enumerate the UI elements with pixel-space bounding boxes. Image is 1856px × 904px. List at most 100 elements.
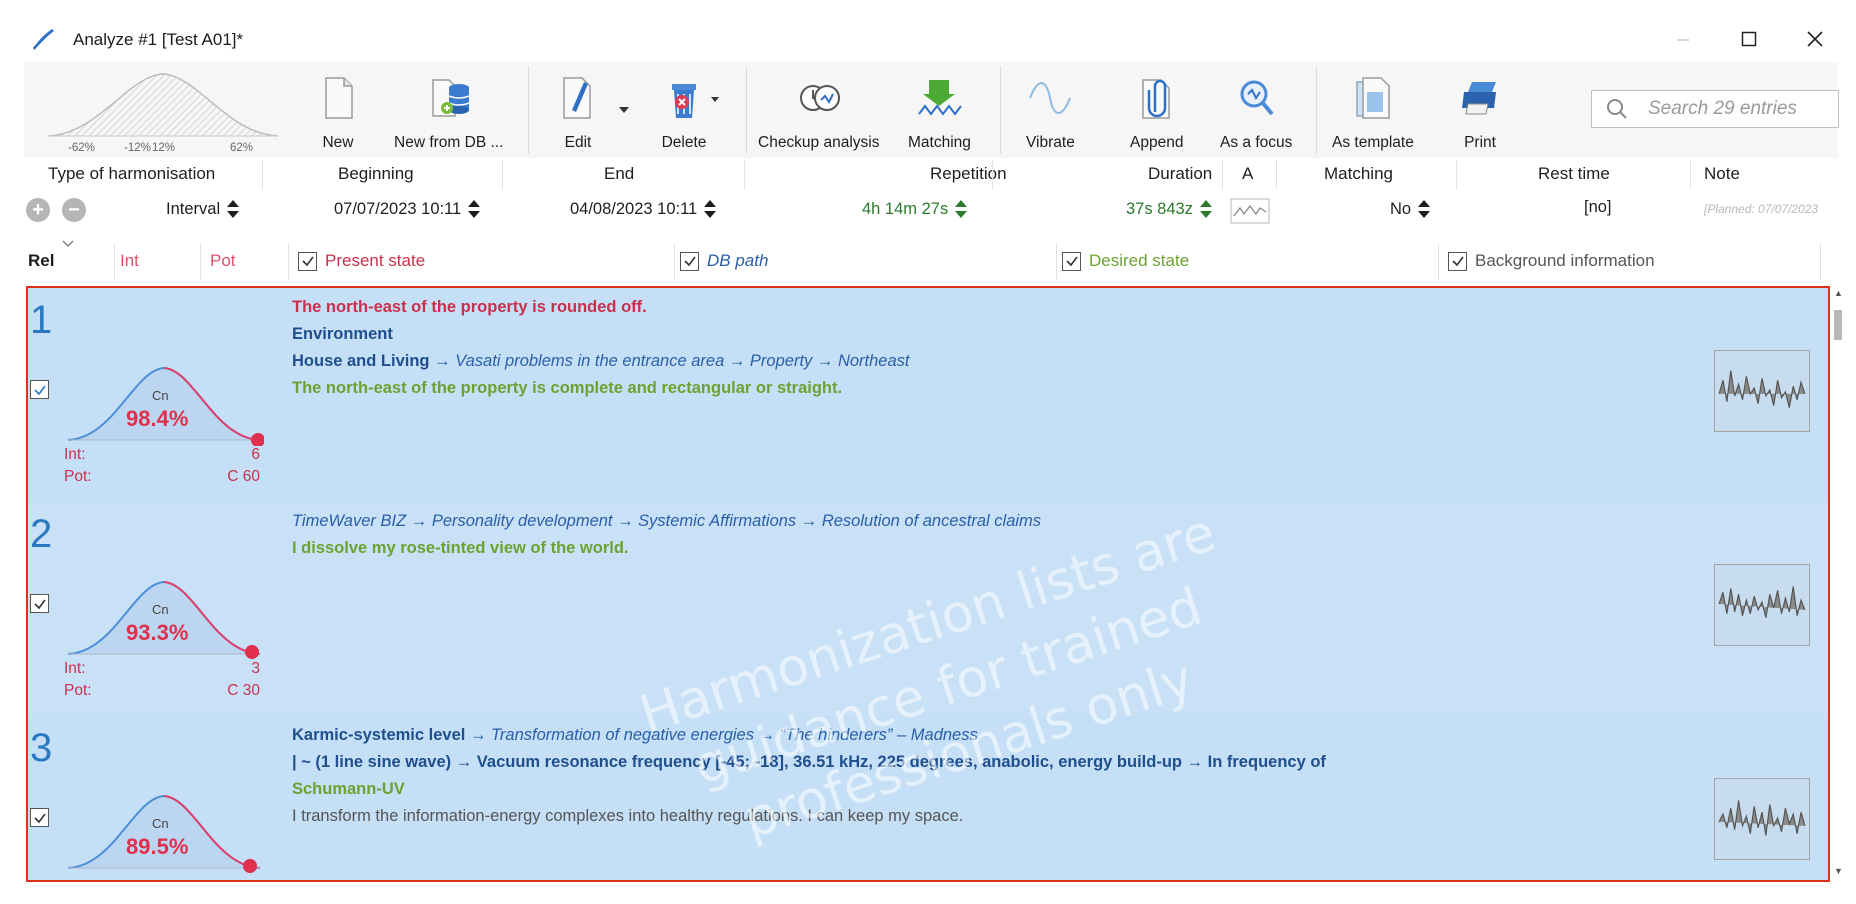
entry-checkbox[interactable] [30,808,49,827]
background-info-column[interactable]: Background information [1448,251,1655,271]
settings-values-row: + − Interval 07/07/2023 10:11 04/08/2023… [24,192,1838,228]
scrollbar-thumb[interactable] [1834,310,1842,340]
checkup-analysis-button[interactable]: Checkup analysis [758,68,879,154]
repetition-header: Repetition [930,164,1007,183]
delete-dropdown-chevron-icon[interactable] [710,96,720,103]
as-focus-button[interactable]: As a focus [1220,68,1292,154]
remove-circle-button[interactable]: − [62,198,86,222]
db-path-column[interactable]: DB path [680,251,768,271]
pot-column[interactable]: Pot [210,251,236,271]
template-document-icon [1356,77,1390,119]
window-title: Analyze #1 [Test A01]* [73,30,244,49]
spinner-arrows-icon[interactable] [1199,198,1213,220]
spinner-arrows-icon[interactable] [703,198,717,220]
end-header: End [604,164,635,183]
db-path-label: DB path [707,251,769,270]
column-separator [114,244,115,280]
rest-time-value[interactable]: [no] [1584,198,1612,217]
vertical-scrollbar[interactable]: ▲ ▼ [1832,286,1846,882]
list-item[interactable]: 3 Cn 89.5% Karmic-systemic level → Trans… [28,716,1828,880]
int-value: 6 [251,446,260,463]
header-separator [744,160,745,190]
beginning-header: Beginning [338,164,414,183]
close-button[interactable] [1800,26,1830,52]
beginning-value[interactable]: 07/07/2023 10:11 [334,198,481,220]
as-template-label: As template [1332,134,1414,151]
maximize-button[interactable] [1734,26,1764,52]
type-header: Type of harmonisation [48,164,216,183]
search-box[interactable] [1591,90,1839,128]
search-icon [1607,99,1627,119]
end-value[interactable]: 04/08/2023 10:11 [570,198,717,220]
int-column[interactable]: Int [120,251,139,271]
vibrate-button[interactable]: Vibrate [1026,68,1075,154]
entry-checkbox[interactable] [30,380,49,399]
waveform-icon[interactable] [1714,350,1810,432]
desired-state-label: Desired state [1089,251,1190,270]
list-item[interactable]: 1 Cn 98.4% Int: 6 Pot: C 60 The north-ea… [28,288,1828,502]
int-row: Int: 3 [64,660,260,678]
waveform-icon[interactable] [1714,778,1810,860]
matching-value[interactable]: No [1390,198,1431,220]
duration-value[interactable]: 37s 843z [1126,198,1213,220]
add-circle-button[interactable]: + [26,198,50,222]
edit-label: Edit [564,134,592,151]
spinner-arrows-icon[interactable] [1417,198,1431,220]
new-label: New [322,134,354,151]
spinner-arrows-icon[interactable] [226,198,240,220]
duration-value-text: 37s 843z [1126,199,1193,218]
spinner-arrows-icon[interactable] [954,198,968,220]
note-value-text: [Planned: 07/07/2023 [1704,202,1819,216]
minimize-button[interactable] [1668,26,1698,52]
spinner-arrows-icon[interactable] [467,198,481,220]
db-path-head: House and Living [292,352,430,370]
coherence-percent: 98.4% [126,406,189,431]
harmonization-list[interactable]: 1 Cn 98.4% Int: 6 Pot: C 60 The north-ea… [26,286,1830,882]
plus-icon: + [32,199,44,221]
repetition-value[interactable]: 4h 14m 27s [862,198,968,220]
present-state-checkbox[interactable] [298,251,317,271]
new-button[interactable]: New [314,68,362,154]
toolbar-separator [1316,66,1317,154]
wave-preview-icon[interactable] [1230,198,1270,224]
edit-button[interactable]: Edit [554,68,602,154]
waveform-icon[interactable] [1714,564,1810,646]
rel-column[interactable]: Rel [28,251,54,271]
present-state-column[interactable]: Present state [298,251,425,271]
db-path-checkbox[interactable] [680,251,699,271]
matching-button[interactable]: Matching [908,68,971,154]
entry-checkbox[interactable] [30,594,49,613]
check-icon [1065,256,1078,267]
new-from-db-button[interactable]: New from DB ... [394,68,503,154]
as-focus-label: As a focus [1220,134,1293,151]
as-template-button[interactable]: As template [1332,68,1414,154]
desired-state-checkbox[interactable] [1062,251,1081,271]
settings-header-row: Type of harmonisation Beginning End Repe… [24,160,1838,192]
append-button[interactable]: Append [1130,68,1183,154]
column-separator [1056,244,1057,280]
search-input[interactable] [1648,98,1838,120]
check-icon [1451,256,1464,267]
list-item[interactable]: 2 Cn 93.3% Int: 3 Pot: C 30 TimeWaver BI… [28,502,1828,716]
range-curve-widget[interactable]: -62% -12% 12% 62% [38,66,288,156]
entry-number: 2 [30,512,53,556]
check-icon [33,813,46,823]
pot-label: Pot: [64,468,92,485]
edit-dropdown-chevron-icon[interactable] [618,106,630,114]
delete-button[interactable]: Delete [660,68,708,154]
scroll-up-icon[interactable]: ▲ [1834,288,1843,298]
note-value[interactable]: [Planned: 07/07/2023 [1704,202,1818,216]
column-separator [200,244,201,280]
sort-chevron-icon[interactable] [62,240,74,248]
paperclip-document-icon [1141,79,1170,119]
type-value[interactable]: Interval [166,198,240,220]
new-document-icon [325,77,353,119]
a-header: A [1242,164,1254,183]
scroll-down-icon[interactable]: ▼ [1834,866,1843,876]
edit-icon [563,77,591,119]
header-separator [1690,160,1691,190]
print-button[interactable]: Print [1456,68,1504,154]
background-info-checkbox[interactable] [1448,251,1467,271]
list-column-header: Rel Int Pot Present state DB path Desire… [24,240,1838,280]
desired-state-column[interactable]: Desired state [1062,251,1189,271]
